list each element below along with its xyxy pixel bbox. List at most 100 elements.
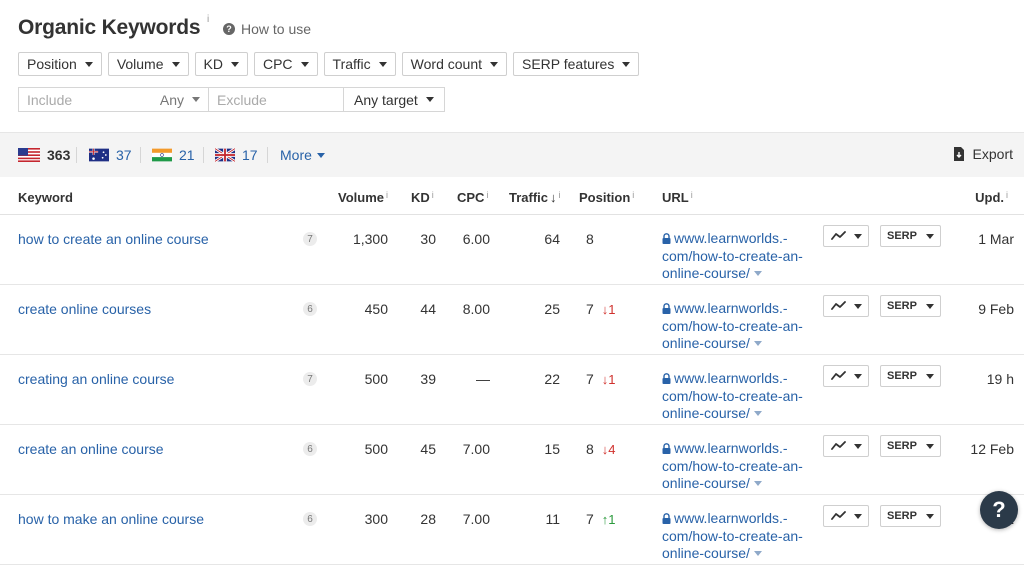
country-tab-au[interactable]: 37 xyxy=(89,147,132,163)
col-keyword[interactable]: Keyword xyxy=(18,190,73,205)
keyword-link[interactable]: how to make an online course xyxy=(18,511,204,527)
filter-word-count-dropdown[interactable]: Word count xyxy=(401,52,507,76)
how-to-use-link[interactable]: ? How to use xyxy=(223,21,311,37)
col-volume[interactable]: Volume i xyxy=(338,190,388,205)
help-button[interactable]: ? xyxy=(980,491,1018,529)
caret-down-icon xyxy=(853,303,862,309)
us-flag-icon xyxy=(18,148,40,162)
keyword-link[interactable]: how to create an online course xyxy=(18,231,209,247)
filter-traffic-dropdown[interactable]: Traffic xyxy=(323,52,396,76)
include-mode-value: Any xyxy=(159,91,184,108)
filter-volume-dropdown[interactable]: Volume xyxy=(107,52,189,76)
trend-dropdown-button[interactable] xyxy=(823,505,869,527)
url-line: online-course/ xyxy=(662,405,750,421)
info-icon: i xyxy=(486,190,489,200)
caret-down-icon xyxy=(171,61,180,67)
filter-serp-features-dropdown[interactable]: SERP features xyxy=(513,52,640,76)
url-dropdown-caret-icon[interactable] xyxy=(753,551,762,556)
traffic-value: 25 xyxy=(544,301,560,317)
country-bar: 363 37 21 17 More Export xyxy=(0,132,1024,177)
trend-dropdown-button[interactable] xyxy=(823,435,869,457)
trend-dropdown-button[interactable] xyxy=(823,225,869,247)
url-line: com/how-to-create-an- xyxy=(662,247,803,264)
au-flag-icon xyxy=(89,148,109,162)
volume-value: 500 xyxy=(364,371,388,387)
filter-position-dropdown[interactable]: Position xyxy=(18,52,102,76)
include-input[interactable]: Include Any xyxy=(18,87,209,112)
col-cpc[interactable]: CPC i xyxy=(457,190,488,205)
country-count: 363 xyxy=(47,147,71,163)
serp-dropdown-button[interactable]: SERP xyxy=(880,295,941,317)
country-tab-in[interactable]: 21 xyxy=(152,147,195,163)
url-line: www.learnworlds.- xyxy=(674,300,788,316)
trend-dropdown-button[interactable] xyxy=(823,365,869,387)
lock-icon xyxy=(662,513,671,524)
filter-cpc-dropdown[interactable]: CPC xyxy=(253,52,318,76)
url-line: online-course/ xyxy=(662,545,750,561)
url-link[interactable]: www.learnworlds.- com/how-to-create-an-on… xyxy=(662,440,812,493)
info-icon: i xyxy=(431,190,434,200)
country-tab-us[interactable]: 363 xyxy=(18,147,70,163)
col-position[interactable]: Position i xyxy=(579,190,634,205)
url-link[interactable]: www.learnworlds.- com/how-to-create-an-on… xyxy=(662,230,812,283)
title-info-icon[interactable]: i xyxy=(207,14,209,25)
include-mode-select[interactable]: Any xyxy=(160,92,208,108)
serp-dropdown-button[interactable]: SERP xyxy=(880,435,941,457)
exclude-input[interactable]: Exclude xyxy=(209,87,344,112)
serp-dropdown-button[interactable]: SERP xyxy=(880,365,941,387)
filter-label: Traffic xyxy=(332,56,371,72)
page-title: Organic Keywords xyxy=(18,16,201,39)
how-to-use-label: How to use xyxy=(241,21,312,37)
table-row: how to make an online course 6 300 28 7.00 11… xyxy=(0,494,1024,565)
info-icon: i xyxy=(1006,190,1008,200)
filter-label: Volume xyxy=(116,56,164,72)
export-button[interactable]: Export xyxy=(953,146,1013,162)
keyword-link[interactable]: create an online course xyxy=(18,441,164,457)
info-icon: i xyxy=(386,190,388,200)
caret-down-icon xyxy=(490,61,498,67)
more-countries-dropdown[interactable]: More xyxy=(280,147,325,163)
url-link[interactable]: www.learnworlds.- com/how-to-create-an-on… xyxy=(662,370,812,423)
url-line: online-course/ xyxy=(662,475,750,491)
country-tab-uk[interactable]: 17 xyxy=(215,147,258,163)
trend-chart-icon xyxy=(830,511,846,520)
traffic-value: 22 xyxy=(544,371,560,387)
caret-down-icon xyxy=(925,233,934,239)
serp-count-badge: 6 xyxy=(303,442,317,456)
col-kd[interactable]: KD i xyxy=(411,190,434,205)
url-link[interactable]: www.learnworlds.- com/how-to-create-an-on… xyxy=(662,300,812,353)
uk-flag-icon xyxy=(215,148,235,162)
table-row: creating an online course 7 500 39 — 22 7 ↓1 www… xyxy=(0,354,1024,425)
volume-value: 300 xyxy=(364,511,388,527)
caret-down-icon xyxy=(853,373,862,379)
url-dropdown-caret-icon[interactable] xyxy=(753,271,762,276)
col-url[interactable]: URL i xyxy=(662,190,693,205)
divider xyxy=(140,147,141,163)
url-line: com/how-to-create-an- xyxy=(662,387,803,404)
col-traffic[interactable]: Traffic ↓ i xyxy=(509,190,561,205)
url-line: com/how-to-create-an- xyxy=(662,527,803,544)
serp-dropdown-button[interactable]: SERP xyxy=(880,505,941,527)
serp-dropdown-button[interactable]: SERP xyxy=(880,225,941,247)
caret-down-icon xyxy=(925,513,934,519)
col-updated[interactable]: Upd. i xyxy=(975,190,1008,205)
keyword-link[interactable]: create online courses xyxy=(18,301,151,317)
trend-dropdown-button[interactable] xyxy=(823,295,869,317)
kd-value: 28 xyxy=(420,511,436,527)
volume-value: 1,300 xyxy=(352,231,388,247)
position-cell: 7 ↓1 xyxy=(586,301,616,317)
caret-down-icon xyxy=(300,61,309,67)
target-dropdown[interactable]: Any target xyxy=(344,87,445,112)
cpc-value: 8.00 xyxy=(462,301,490,317)
filter-kd-dropdown[interactable]: KD xyxy=(194,52,248,76)
divider xyxy=(267,147,268,163)
lock-icon xyxy=(662,303,671,314)
trend-chart-icon xyxy=(830,231,846,240)
url-link[interactable]: www.learnworlds.- com/how-to-create-an-on… xyxy=(662,510,812,563)
keyword-link[interactable]: creating an online course xyxy=(18,371,174,387)
more-label: More xyxy=(280,147,312,163)
trend-chart-icon xyxy=(830,441,846,450)
url-dropdown-caret-icon[interactable] xyxy=(753,411,762,416)
url-dropdown-caret-icon[interactable] xyxy=(753,341,762,346)
url-dropdown-caret-icon[interactable] xyxy=(753,481,762,486)
